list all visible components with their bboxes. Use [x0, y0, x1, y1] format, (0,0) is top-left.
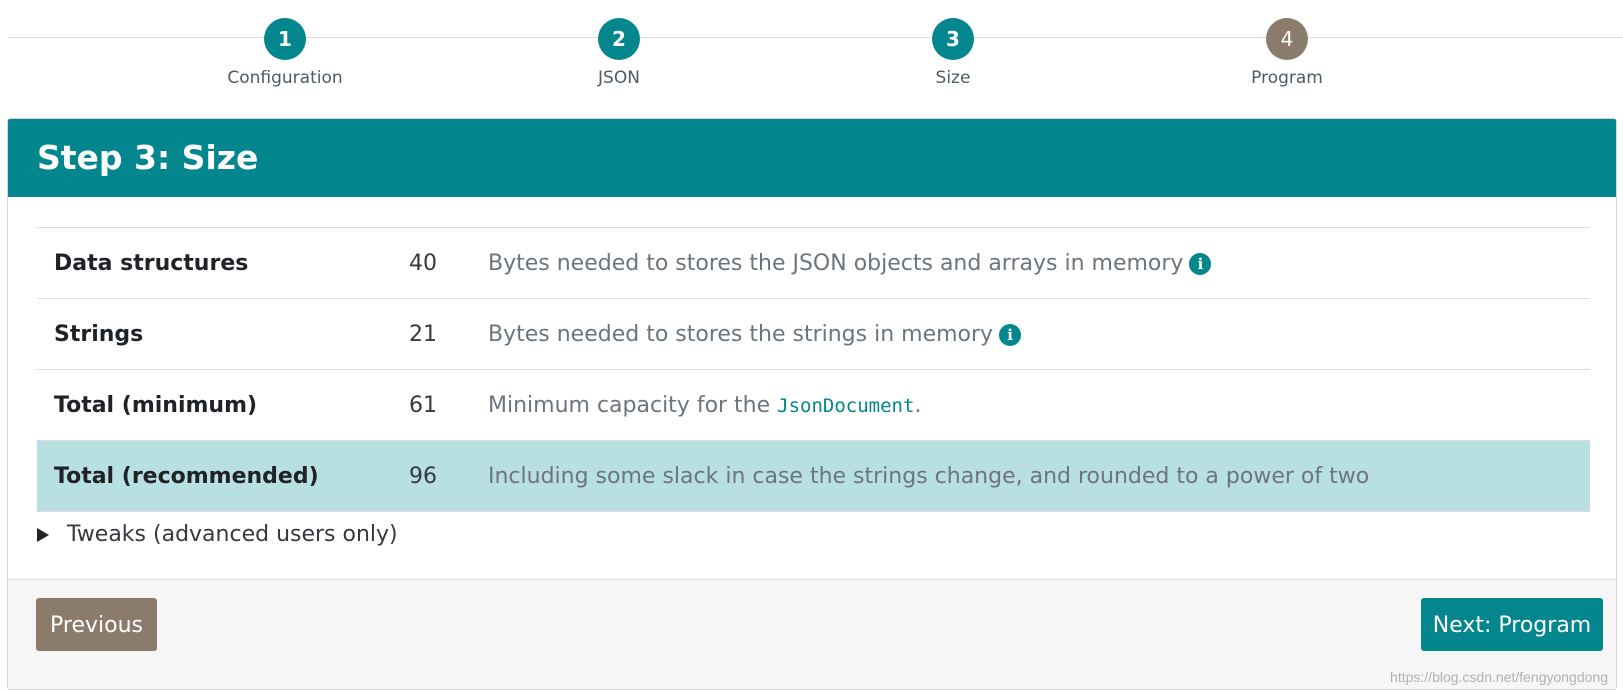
table-row-highlighted: Total (recommended) 96 Including some sl… — [37, 440, 1590, 512]
step-number-badge: 1 — [264, 18, 306, 60]
step-program[interactable]: 4 Program — [1167, 18, 1407, 88]
row-description-text: Bytes needed to stores the JSON objects … — [488, 250, 1184, 276]
step-label: Configuration — [227, 68, 343, 88]
step-size[interactable]: 3 Size — [833, 18, 1073, 88]
step-card: Step 3: Size Data structures 40 Bytes ne… — [7, 118, 1617, 690]
step-json[interactable]: 2 JSON — [499, 18, 739, 88]
step-label: Program — [1251, 68, 1323, 88]
tweaks-label: Tweaks (advanced users only) — [67, 522, 398, 547]
row-label: Data structures — [54, 250, 249, 276]
watermark: https://blog.csdn.net/fengyongdong — [1390, 669, 1608, 685]
row-value: 96 — [409, 463, 437, 489]
card-footer: Previous Next: Program https://blog.csdn… — [8, 579, 1616, 689]
card-title: Step 3: Size — [8, 119, 1616, 197]
row-value: 61 — [409, 392, 437, 418]
info-icon[interactable]: i — [999, 323, 1022, 346]
row-description-text: Bytes needed to stores the strings in me… — [488, 321, 994, 347]
page: 1 Configuration 2 JSON 3 Size 4 Program … — [0, 0, 1623, 691]
step-configuration[interactable]: 1 Configuration — [165, 18, 405, 88]
table-row: Data structures 40 Bytes needed to store… — [37, 227, 1590, 299]
code-snippet: JsonDocument — [777, 394, 915, 417]
row-value: 40 — [409, 250, 437, 276]
row-description-suffix: . — [914, 392, 922, 418]
table-row: Strings 21 Bytes needed to stores the st… — [37, 298, 1590, 370]
table-row: Total (minimum) 61 Minimum capacity for … — [37, 369, 1590, 441]
previous-button[interactable]: Previous — [36, 598, 157, 651]
row-description: Minimum capacity for the JsonDocument. — [488, 370, 1590, 441]
row-description-text: Minimum capacity for the — [488, 392, 778, 418]
step-label: JSON — [598, 68, 640, 88]
wizard-stepper: 1 Configuration 2 JSON 3 Size 4 Program — [0, 0, 1623, 110]
row-description: Including some slack in case the strings… — [488, 463, 1370, 489]
size-table: Data structures 40 Bytes needed to store… — [37, 227, 1590, 512]
step-label: Size — [935, 68, 971, 88]
row-label: Total (recommended) — [54, 463, 319, 489]
row-value: 21 — [409, 321, 437, 347]
step-number-badge: 4 — [1266, 18, 1308, 60]
row-label: Total (minimum) — [54, 392, 258, 418]
disclosure-triangle-icon — [37, 527, 49, 542]
info-icon[interactable]: i — [1189, 252, 1212, 275]
step-number-badge: 3 — [932, 18, 974, 60]
row-label: Strings — [54, 321, 144, 347]
row-description: Bytes needed to stores the strings in me… — [488, 299, 1590, 370]
step-number-badge: 2 — [598, 18, 640, 60]
next-program-button[interactable]: Next: Program — [1421, 598, 1603, 651]
row-description: Bytes needed to stores the JSON objects … — [488, 228, 1590, 299]
tweaks-disclosure[interactable]: Tweaks (advanced users only) — [37, 522, 398, 547]
